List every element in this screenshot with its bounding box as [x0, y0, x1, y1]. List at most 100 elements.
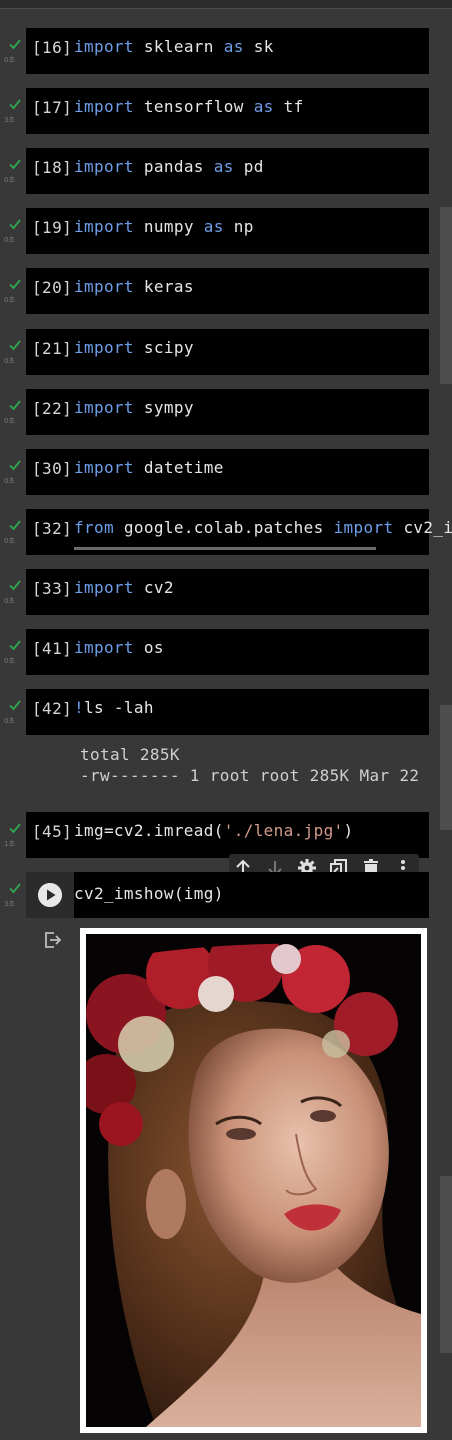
- scrollbar-thumb[interactable]: [440, 705, 452, 830]
- code-line[interactable]: import datetime: [74, 458, 224, 477]
- execution-count: [21]: [32, 338, 73, 358]
- code-editor[interactable]: [45] img=cv2.imread('./lena.jpg'): [26, 812, 429, 858]
- execution-count: [42]: [32, 699, 73, 719]
- keyword-token: import: [74, 277, 134, 297]
- code-token: sk: [243, 37, 274, 56]
- execution-count: [30]: [32, 458, 73, 478]
- code-editor[interactable]: [16] import sklearn as sk: [26, 28, 429, 74]
- code-line[interactable]: import tensorflow as tf: [74, 97, 304, 116]
- code-token: img=cv2.imread(: [74, 821, 224, 840]
- keyword-token: import: [74, 337, 134, 357]
- code-line[interactable]: import sklearn as sk: [74, 37, 274, 56]
- check-icon: [9, 460, 21, 471]
- code-token: cv2: [133, 577, 174, 597]
- code-line[interactable]: !ls -lah: [74, 698, 154, 717]
- code-token: sympy: [133, 397, 194, 417]
- keyword-token: import: [333, 517, 394, 537]
- code-line[interactable]: import keras: [74, 277, 194, 296]
- check-icon: [9, 700, 21, 711]
- keyword-token: as: [253, 97, 274, 117]
- execution-count: [16]: [32, 38, 73, 57]
- output-image-frame: [80, 928, 427, 1433]
- exec-time: 0초: [4, 236, 15, 245]
- execution-count: [17]: [32, 98, 73, 118]
- execution-count: [45]: [32, 822, 73, 841]
- code-editor[interactable]: [18] import pandas as pd: [26, 148, 429, 195]
- code-token: np: [223, 217, 254, 237]
- code-token: pd: [233, 157, 264, 177]
- code-token: tensorflow: [133, 97, 254, 117]
- exec-time: 3초: [4, 900, 15, 908]
- check-icon: [9, 520, 21, 531]
- output-line: -rw------- 1 root root 285K Mar 22: [80, 766, 420, 785]
- keyword-token: import: [74, 37, 134, 56]
- code-editor[interactable]: [30] import datetime: [26, 448, 429, 495]
- keyword-token: import: [74, 157, 134, 177]
- check-icon: [9, 39, 21, 50]
- check-icon: [9, 159, 21, 170]
- exec-time: 0초: [4, 416, 15, 425]
- scrollbar-thumb[interactable]: [440, 207, 452, 384]
- code-editor[interactable]: [33] import cv2: [26, 568, 429, 615]
- code-token: cv2_i: [393, 517, 452, 537]
- code-line[interactable]: import scipy: [74, 338, 194, 357]
- code-line[interactable]: import sympy: [74, 398, 194, 417]
- keyword-token: from: [74, 517, 114, 537]
- execution-count: [18]: [32, 158, 73, 178]
- check-icon: [9, 400, 21, 410]
- keyword-token: import: [74, 457, 134, 477]
- check-icon: [9, 883, 21, 894]
- keyword-token: as: [203, 217, 224, 237]
- code-editor[interactable]: [42] !ls -lah: [26, 689, 429, 736]
- code-editor[interactable]: [41] import os: [26, 629, 429, 675]
- code-token: os: [133, 638, 164, 657]
- exec-time: 0초: [4, 356, 15, 365]
- code-line[interactable]: cv2_imshow(img): [74, 884, 224, 903]
- exec-time: 1초: [4, 840, 15, 848]
- code-line[interactable]: import cv2: [74, 578, 174, 597]
- keyword-token: import: [74, 638, 134, 657]
- code-token: tf: [273, 97, 304, 117]
- code-editor[interactable]: [21] import scipy: [26, 328, 429, 375]
- execution-count: [41]: [32, 639, 73, 658]
- code-editor[interactable]: [32] from google.colab.patches import cv2…: [26, 508, 452, 555]
- code-editor[interactable]: [22] import sympy: [26, 388, 429, 435]
- code-line[interactable]: import numpy as np: [74, 217, 254, 236]
- exec-time: 0초: [4, 657, 15, 665]
- top-bar: [0, 0, 452, 9]
- code-token: sklearn: [133, 37, 224, 56]
- output-image: [86, 934, 421, 1427]
- play-icon[interactable]: [38, 883, 62, 907]
- exec-time: 0초: [4, 476, 15, 485]
- output-action-icon[interactable]: [44, 931, 62, 949]
- scrollbar-thumb[interactable]: [440, 1176, 452, 1353]
- keyword-token: !: [74, 698, 84, 718]
- code-line[interactable]: import pandas as pd: [74, 157, 264, 176]
- exec-time: 3초: [4, 116, 15, 125]
- code-editor[interactable]: [20] import keras: [26, 268, 429, 315]
- code-token: keras: [133, 277, 194, 297]
- horizontal-scrollbar[interactable]: [74, 546, 376, 550]
- string-token: './lena.jpg': [223, 821, 344, 840]
- execution-count: [32]: [32, 518, 73, 538]
- code-editor[interactable]: cv2_imshow(img): [26, 872, 429, 918]
- keyword-token: import: [74, 577, 134, 597]
- exec-time: 0초: [4, 717, 15, 726]
- keyword-token: import: [74, 217, 134, 237]
- code-editor[interactable]: [19] import numpy as np: [26, 208, 429, 255]
- keyword-token: import: [74, 97, 134, 117]
- check-icon: [9, 339, 21, 350]
- exec-time: 0초: [4, 536, 15, 545]
- check-icon: [9, 580, 21, 591]
- code-editor[interactable]: [17] import tensorflow as tf: [26, 88, 429, 135]
- code-line[interactable]: img=cv2.imread('./lena.jpg'): [74, 821, 354, 840]
- code-token: ): [343, 821, 354, 840]
- keyword-token: import: [74, 397, 134, 417]
- execution-count: [33]: [32, 578, 73, 598]
- code-token: pandas: [133, 157, 214, 177]
- code-line[interactable]: from google.colab.patches import cv2_i: [74, 518, 452, 537]
- code-token: scipy: [133, 337, 194, 357]
- output-line: total 285K: [80, 745, 180, 764]
- check-icon: [9, 219, 21, 230]
- code-line[interactable]: import os: [74, 638, 164, 657]
